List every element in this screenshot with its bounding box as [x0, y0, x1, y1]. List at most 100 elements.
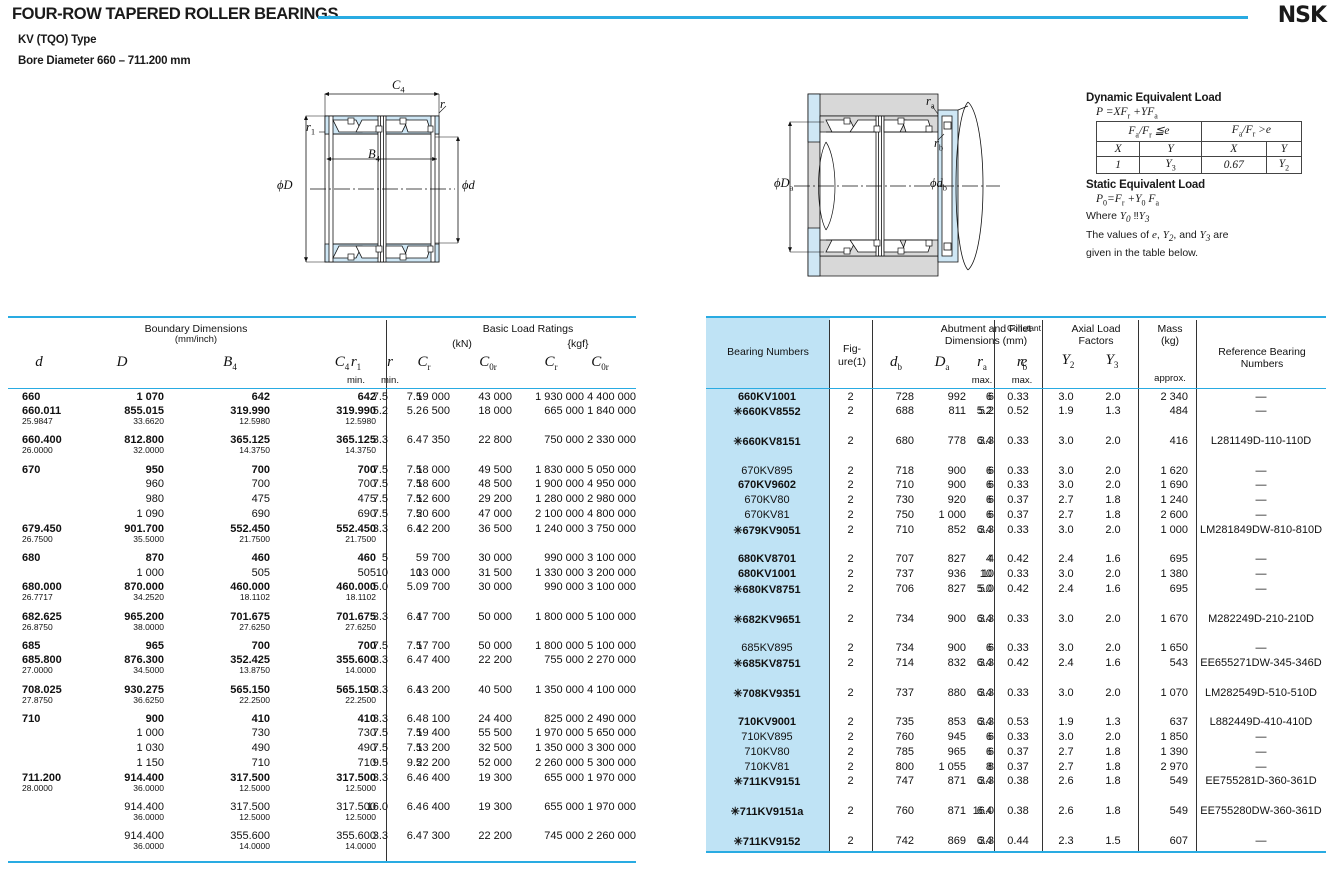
cell-ref: M282249D-210-210D	[1208, 612, 1314, 625]
cell-mass: 1 380	[1160, 568, 1188, 581]
cell-bearing-number[interactable]: 710KV80	[706, 746, 828, 758]
table-header: Bearing Numbers Fig- ure(1) Abutment and…	[706, 317, 1326, 388]
cell-c0rk: 3 300 000	[587, 742, 636, 755]
cell-D-inch: 34.2520	[133, 592, 164, 603]
cell-D-inch: 36.6250	[133, 694, 164, 705]
cell-rb: 6	[987, 479, 994, 492]
header-c0r-kgf: C0r	[591, 353, 609, 372]
cell-bearing-number[interactable]: 670KV9602	[706, 479, 828, 491]
label-phi-da: ϕDa	[774, 176, 794, 193]
bearing-mounting-diagram: ra rb ϕDa ϕdb	[774, 80, 1030, 290]
table-body: 660KV1001 2 728 992 6 6 0.33 3.0 2.0 2 340— ✳660KV…	[706, 388, 1326, 852]
cell-y3: 1.3	[1105, 716, 1121, 729]
cell-c0rk: 5 650 000	[587, 727, 636, 740]
cell-B4: 700	[251, 463, 270, 476]
cell-d: 670	[22, 463, 41, 476]
page-title: FOUR-ROW TAPERED ROLLER BEARINGS	[12, 5, 339, 23]
cell-rb: 3.3	[978, 656, 994, 669]
cell-rb: 3.3	[978, 434, 994, 447]
cell-y3: 2.0	[1105, 568, 1121, 581]
cell-y2: 2.4	[1058, 582, 1074, 595]
cell-mass: 549	[1169, 804, 1188, 817]
cell-B4: 700	[251, 478, 270, 491]
cell-e: 0.53	[1007, 716, 1029, 729]
cell-y3: 2.0	[1105, 434, 1121, 447]
cell-bearing-number[interactable]: 710KV9001	[706, 716, 828, 728]
cell-bearing-number[interactable]: ✳711KV9152	[706, 835, 828, 848]
cell-ref: —	[1255, 405, 1267, 418]
cell-cr: 18 600	[416, 478, 450, 491]
header-Y3: Y3	[1105, 351, 1119, 370]
header-reference-bearing-numbers: Reference Bearing Numbers	[1218, 345, 1306, 370]
cell-y3: 1.8	[1105, 804, 1121, 817]
cell-bearing-number[interactable]: ✳711KV9151	[706, 775, 828, 788]
cell-bearing-number[interactable]: 680KV8701	[706, 553, 828, 565]
cell-bearing-number[interactable]: 660KV1001	[706, 391, 828, 403]
cell-C4-inch: 21.7500	[345, 533, 376, 544]
cell-bearing-number[interactable]: 670KV80	[706, 494, 828, 506]
cell-e: 0.33	[1007, 730, 1029, 743]
header-bearing-numbers: Bearing Numbers	[727, 345, 809, 358]
cell-ref: —	[1255, 760, 1267, 773]
divider-6	[1196, 319, 1197, 388]
dynamic-load-equation: P =XFr +YFa	[1096, 106, 1158, 121]
cell-mass: 2 600	[1160, 508, 1188, 521]
cell-bearing-number[interactable]: ✳711KV9151a	[706, 805, 828, 818]
cell-y2: 2.7	[1058, 760, 1074, 773]
cell-fig: 2	[847, 686, 854, 699]
cell-bearing-number[interactable]: ✳708KV9351	[706, 687, 828, 700]
cell-cr: 17 700	[416, 610, 450, 623]
cell-mass: 1 650	[1160, 642, 1188, 655]
cell-bearing-number[interactable]: ✳660KV8552	[706, 405, 828, 418]
cell-bearing-number[interactable]: ✳680KV8751	[706, 583, 828, 596]
cell-e: 0.33	[1007, 523, 1029, 536]
cell-y3: 2.0	[1105, 390, 1121, 403]
cell-bearing-number[interactable]: 680KV1001	[706, 568, 828, 580]
cell-bearing-number[interactable]: ✳685KV8751	[706, 657, 828, 670]
cell-rb: 6	[987, 464, 994, 477]
cell-e: 0.37	[1007, 760, 1029, 773]
cell-C4-inch: 14.3750	[345, 445, 376, 456]
cell-e: 0.33	[1007, 612, 1029, 625]
cell-c0rk: 4 400 000	[587, 390, 636, 403]
subtitle-type: KV (TQO) Type	[18, 34, 97, 46]
dynamic-load-heading: Dynamic Equivalent Load	[1086, 92, 1222, 104]
cell-B4: 490	[251, 742, 270, 755]
cell-d-inch: 25.9847	[22, 416, 53, 427]
cell-e: 0.42	[1007, 582, 1029, 595]
cell-D-inch: 36.0000	[133, 841, 164, 852]
cell-y2: 2.6	[1058, 804, 1074, 817]
cell-fig: 2	[847, 508, 854, 521]
cell-bearing-number[interactable]: 685KV895	[706, 642, 828, 654]
cell-mass: 1 070	[1160, 686, 1188, 699]
static-load-equation: P0=Fr +Y0 Fa	[1096, 192, 1159, 208]
cell-ref: —	[1255, 479, 1267, 492]
cell-rb: 8	[987, 760, 994, 773]
cell-fig: 2	[847, 716, 854, 729]
cell-rb: 6	[987, 508, 994, 521]
values-note-line-2: given in the table below.	[1086, 247, 1199, 260]
cell-B4-inch: 12.5000	[239, 782, 270, 793]
cell-c0rk: 2 270 000	[587, 654, 636, 667]
bearing-cross-section-diagram: C4 r r1 ϕD B4 ϕd	[277, 78, 530, 290]
cell-ref: —	[1255, 508, 1267, 521]
cell-c0rk: 3 200 000	[587, 566, 636, 579]
cell-rb: 3.3	[978, 775, 994, 788]
cell-fig: 2	[847, 745, 854, 758]
cell-B4: 690	[251, 507, 270, 520]
cell-bearing-number[interactable]: 670KV895	[706, 465, 828, 477]
cell-fig: 2	[847, 464, 854, 477]
cell-B4: 730	[251, 727, 270, 740]
cell-bearing-number[interactable]: ✳679KV9051	[706, 524, 828, 537]
unit-kgf: {kgf}	[567, 337, 589, 350]
cell-bearing-number[interactable]: 670KV81	[706, 509, 828, 521]
cell-bearing-number[interactable]: 710KV81	[706, 761, 828, 773]
cell-cr: 17 700	[416, 639, 450, 652]
cell-bearing-number[interactable]: ✳682KV9651	[706, 613, 828, 626]
cell-cr: 9 700	[422, 581, 450, 594]
cell-y3: 1.8	[1105, 775, 1121, 788]
cell-bearing-number[interactable]: ✳660KV8151	[706, 435, 828, 448]
cell-rb: 5.2	[978, 405, 994, 418]
cell-bearing-number[interactable]: 710KV895	[706, 731, 828, 743]
cell-rb: 10	[981, 568, 994, 581]
